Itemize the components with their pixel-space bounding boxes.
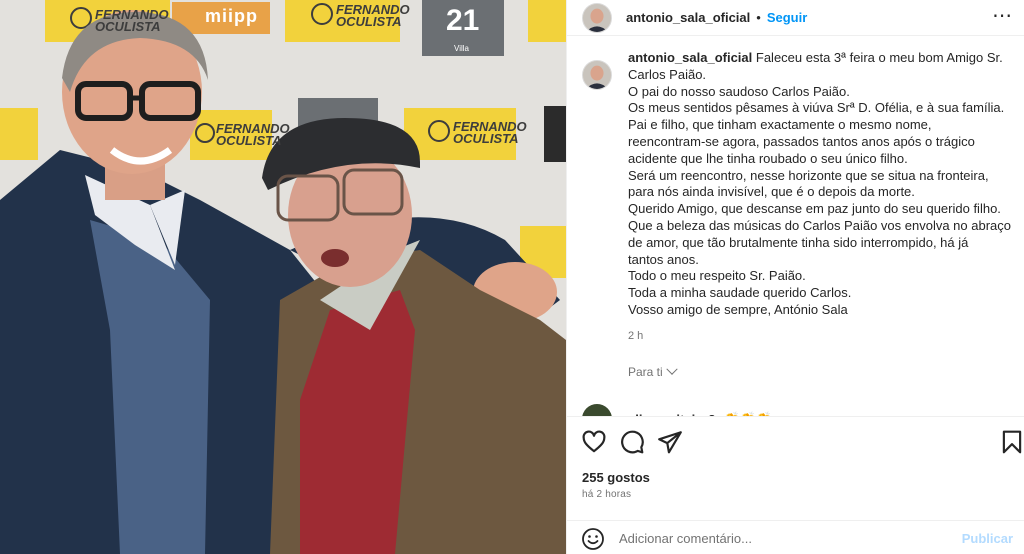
- heart-icon[interactable]: [581, 429, 607, 455]
- comment-input[interactable]: [619, 531, 962, 546]
- commenter-avatar[interactable]: [582, 404, 612, 416]
- caption-line: Toda a minha saudade querido Carlos.: [628, 285, 852, 301]
- follow-button[interactable]: Seguir: [767, 10, 807, 25]
- action-bar: [567, 416, 1024, 471]
- caption-line: Carlos Paião.: [628, 66, 707, 82]
- bookmark-icon[interactable]: [999, 429, 1024, 455]
- instagram-post: FERNANDO OCULISTA FERNANDO OCULISTA FERN…: [0, 0, 1024, 554]
- caption-line: Vosso amigo de sempre, António Sala: [628, 301, 848, 317]
- caption-line: para nós ainda invisível, que é o depois…: [628, 184, 915, 200]
- sponsor-21-text: 21: [446, 4, 480, 37]
- separator-dot: •: [756, 10, 761, 25]
- caption-line: acidente que lhe tinha roubado o seu úni…: [628, 150, 908, 166]
- more-options-icon[interactable]: ⋯: [992, 6, 1013, 26]
- comment-row: alicemoiteiro2 👏👏👏: [582, 404, 772, 416]
- photo-scene: [0, 0, 566, 554]
- sponsor-text: FERNANDO OCULISTA: [336, 2, 410, 29]
- caption-avatar[interactable]: [582, 60, 612, 90]
- caption-line: O pai do nosso saudoso Carlos Paião.: [628, 83, 850, 99]
- chevron-down-icon: [666, 363, 678, 375]
- caption-line: Todo o meu respeito Sr. Paião.: [628, 268, 806, 284]
- avatar[interactable]: [582, 2, 612, 33]
- add-comment-bar: Publicar: [567, 520, 1024, 554]
- share-icon[interactable]: [657, 429, 683, 455]
- header-username[interactable]: antonio_sala_oficial: [626, 10, 750, 25]
- caption-line: tantos anos.: [628, 251, 699, 267]
- translate-label: Para ti: [628, 364, 663, 379]
- caption-line: Faleceu esta 3ª feira o meu bom Amigo Sr…: [755, 50, 1003, 65]
- sponsor-text: FERNANDO OCULISTA: [453, 119, 527, 146]
- comments-section[interactable]: antonio_sala_oficial Faleceu esta 3ª fei…: [567, 50, 1024, 416]
- caption-line: Os meus sentidos pêsames à viúva Srª D. …: [628, 100, 1005, 116]
- emoji-icon[interactable]: [581, 527, 605, 551]
- caption-time[interactable]: 2 h: [628, 328, 1023, 345]
- translate-toggle[interactable]: Para ti: [628, 363, 1024, 379]
- caption: antonio_sala_oficial Faleceu esta 3ª fei…: [582, 50, 1024, 345]
- sponsor-text: FERNANDO OCULISTA: [216, 121, 290, 148]
- publish-button[interactable]: Publicar: [962, 531, 1013, 546]
- sponsor-21-sub: Villa: [454, 44, 469, 53]
- post-panel: antonio_sala_oficial • Seguir ⋯ antonio_…: [566, 0, 1024, 554]
- sponsor-text: FERNANDO OCULISTA: [95, 7, 169, 34]
- comment-icon[interactable]: [619, 429, 645, 455]
- likes-count[interactable]: 255 gostos: [582, 470, 650, 485]
- caption-line: Pai e filho, que tinham exactamente o me…: [628, 117, 932, 133]
- caption-line: reencontram-se agora, passados tantos an…: [628, 133, 975, 149]
- post-photo[interactable]: FERNANDO OCULISTA FERNANDO OCULISTA FERN…: [0, 0, 566, 554]
- caption-line: Será um reencontro, nesse horizonte que …: [628, 167, 989, 183]
- caption-line: de amor, que tão brutalmente tinha sido …: [628, 234, 969, 250]
- caption-line: Querido Amigo, que descanse em paz junto…: [628, 201, 1001, 217]
- post-header: antonio_sala_oficial • Seguir ⋯: [567, 0, 1024, 36]
- caption-line: Que a beleza das músicas do Carlos Paião…: [628, 217, 1011, 233]
- post-timestamp[interactable]: há 2 horas: [582, 489, 631, 500]
- caption-text: antonio_sala_oficial Faleceu esta 3ª fei…: [628, 50, 1023, 345]
- caption-username[interactable]: antonio_sala_oficial: [628, 50, 752, 65]
- sponsor-miipp-text: miipp: [205, 6, 258, 26]
